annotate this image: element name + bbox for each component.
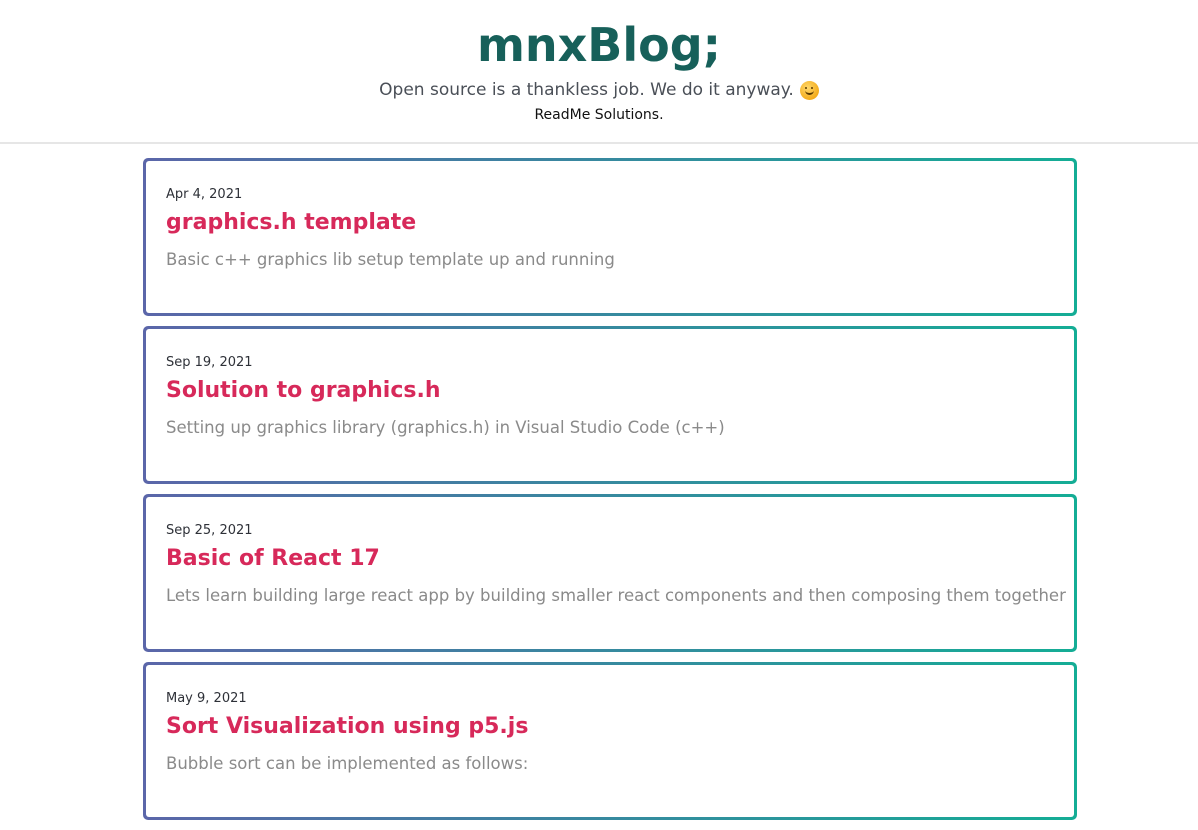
post-list: Apr 4, 2021 graphics.h template Basic c+… [143,158,1077,830]
post-card-body: Sep 19, 2021 Solution to graphics.h Sett… [146,329,1074,481]
tagline-row: Open source is a thankless job. We do it… [0,78,1198,102]
post-date: May 9, 2021 [166,691,247,706]
post-excerpt: Lets learn building large react app by b… [166,586,1066,605]
site-title[interactable]: mnxBlog; [0,14,1198,76]
post-card-body: May 9, 2021 Sort Visualization using p5.… [146,665,1074,817]
site-header: mnxBlog; Open source is a thankless job.… [0,0,1198,144]
site-subtitle: ReadMe Solutions. [534,107,664,123]
post-excerpt: Setting up graphics library (graphics.h)… [166,418,725,437]
post-title-link[interactable]: Solution to graphics.h [166,376,1054,406]
post-card-body: Sep 25, 2021 Basic of React 17 Lets lear… [146,497,1074,649]
post-title-link[interactable]: graphics.h template [166,208,1054,238]
smiley-right-eye [810,86,814,90]
post-date: Apr 4, 2021 [166,187,243,202]
post-card-body: Apr 4, 2021 graphics.h template Basic c+… [146,161,1074,313]
smiling-face-icon [799,80,819,100]
post-date: Sep 25, 2021 [166,523,253,538]
post-date: Sep 19, 2021 [166,355,253,370]
smiley-left-eye [804,86,808,90]
post-card[interactable]: Sep 19, 2021 Solution to graphics.h Sett… [143,326,1077,484]
post-card[interactable]: Sep 25, 2021 Basic of React 17 Lets lear… [143,494,1077,652]
site-tagline: Open source is a thankless job. We do it… [379,80,794,100]
post-excerpt: Basic c++ graphics lib setup template up… [166,250,615,269]
post-title-link[interactable]: Basic of React 17 [166,544,1054,574]
post-card[interactable]: Apr 4, 2021 graphics.h template Basic c+… [143,158,1077,316]
smiley-mouth [804,90,814,95]
post-title-link[interactable]: Sort Visualization using p5.js [166,712,1054,742]
post-excerpt: Bubble sort can be implemented as follow… [166,754,529,773]
post-card[interactable]: May 9, 2021 Sort Visualization using p5.… [143,662,1077,820]
